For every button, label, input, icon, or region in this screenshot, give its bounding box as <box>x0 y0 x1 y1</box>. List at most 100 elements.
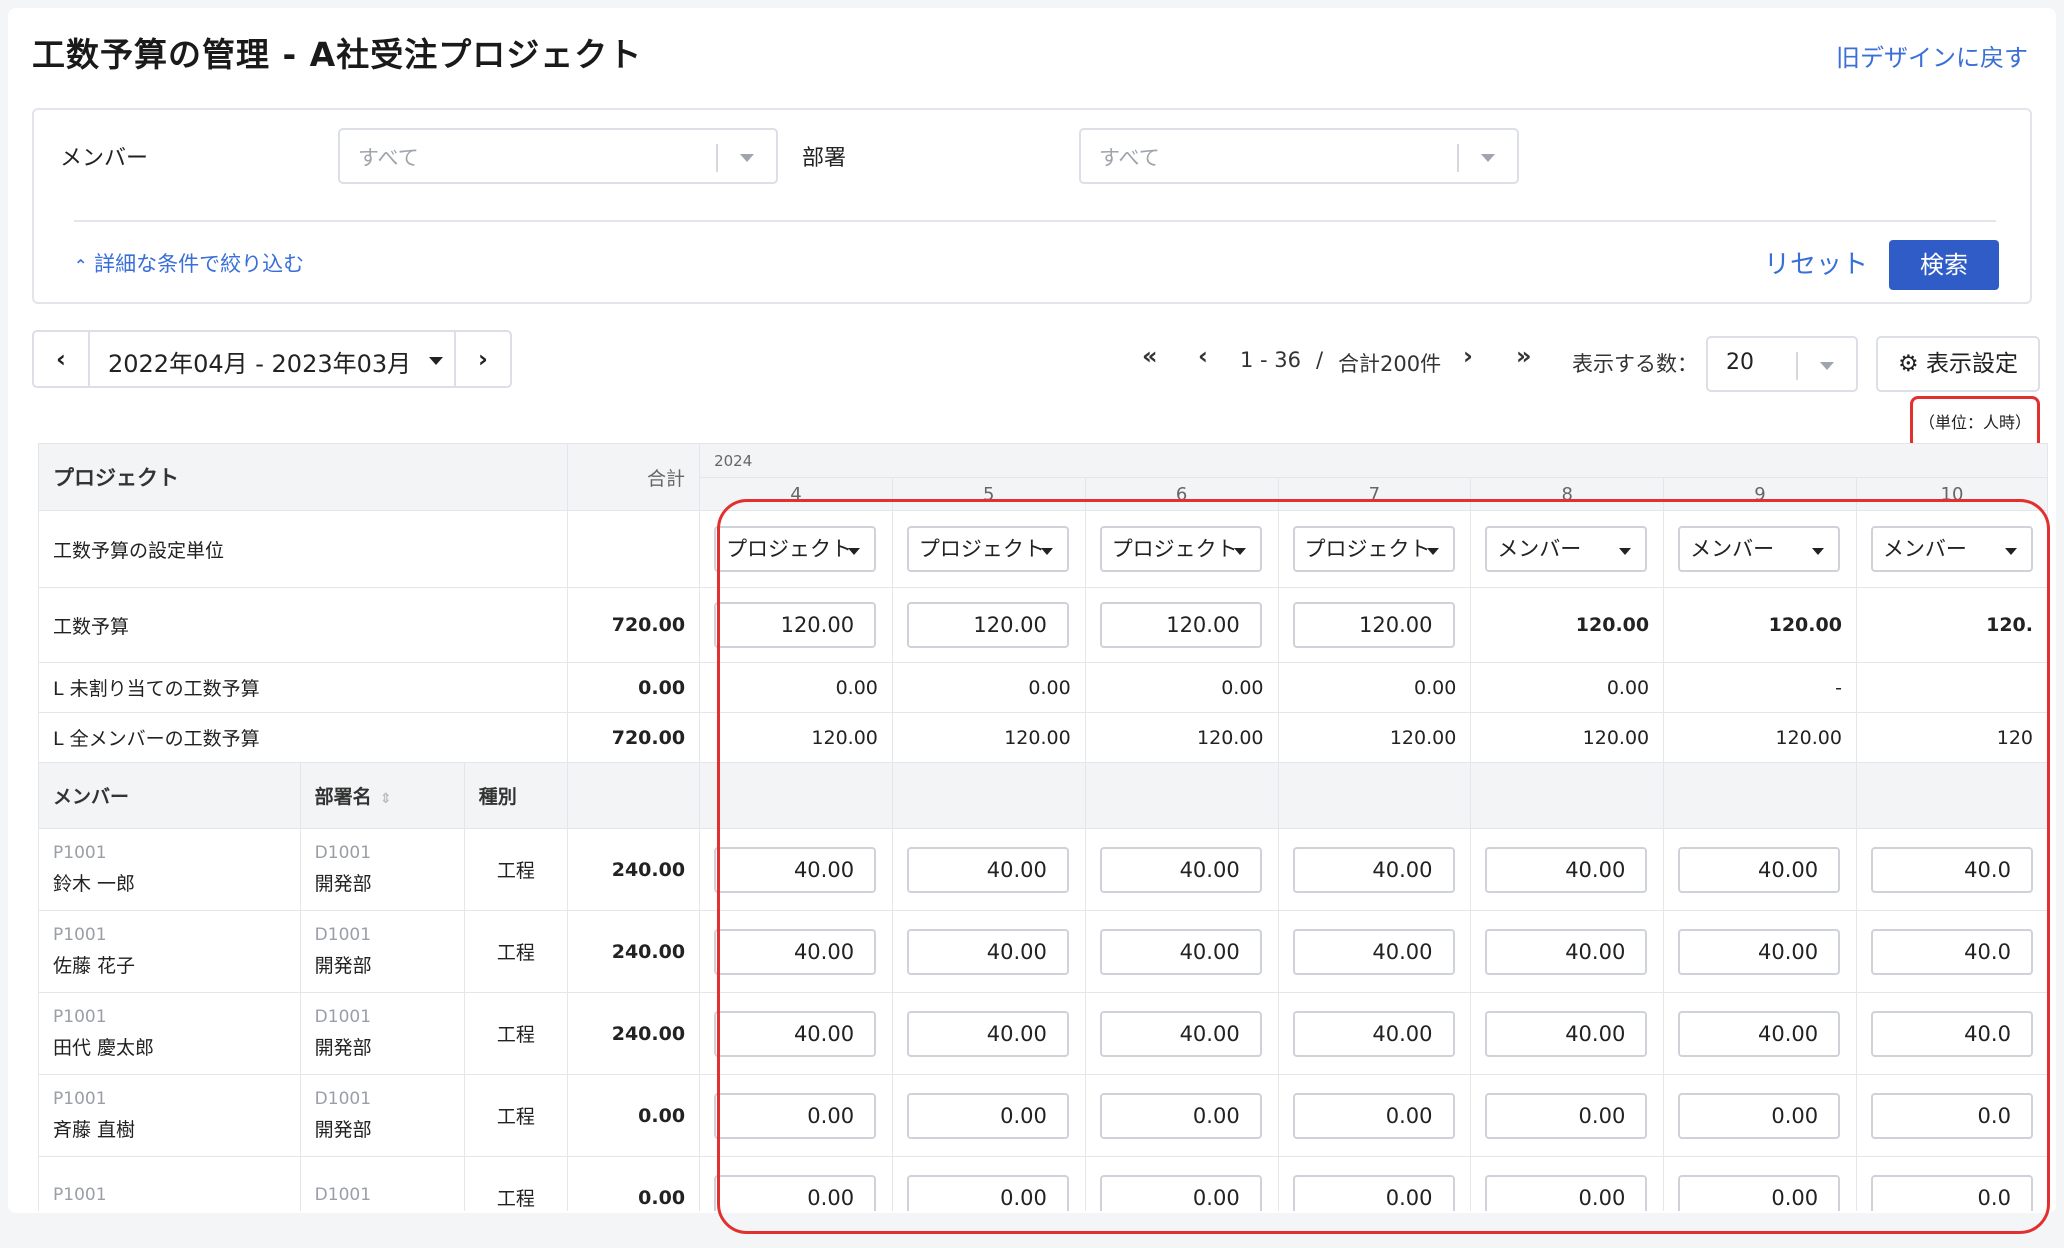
member-budget-input[interactable]: 40.00 <box>1485 846 1648 893</box>
member-budget-input[interactable]: 0.00 <box>1099 1174 1262 1211</box>
last-page-icon[interactable]: » <box>1516 342 1532 370</box>
caret-down-icon[interactable] <box>429 357 443 365</box>
member-budget-input[interactable]: 40.0 <box>1870 1010 2033 1057</box>
row-total: 0.00 <box>567 662 701 713</box>
reset-button[interactable]: リセット <box>1764 244 1868 281</box>
month-cell: 120.00 <box>699 712 893 763</box>
member-budget-input[interactable]: 40.00 <box>906 1010 1069 1057</box>
member-budget-input[interactable]: 0.00 <box>1292 1092 1455 1139</box>
member-row: P1001 田代 慶太郎 D1001 開発部 工程 240.00 40.00 40.00 40.… <box>38 992 2048 1075</box>
member-budget-input[interactable]: 0.00 <box>906 1174 1069 1211</box>
member-budget-input[interactable]: 0.0 <box>1870 1092 2033 1139</box>
member-budget-input[interactable]: 0.00 <box>1678 1174 1841 1211</box>
month-cell: 120. <box>1855 587 2048 663</box>
member-budget-input[interactable]: 0.00 <box>1485 1092 1648 1139</box>
month-cell: 0.00 <box>1277 1156 1472 1211</box>
unit-select[interactable]: プロジェクト <box>906 526 1069 572</box>
unit-select-value: メンバー <box>1882 537 1967 561</box>
unit-select[interactable]: プロジェクト <box>1099 526 1262 572</box>
budget-input[interactable]: 120.00 <box>1099 602 1262 648</box>
month-cell: 0.00 <box>1084 662 1279 713</box>
member-budget-input[interactable]: 40.00 <box>714 1010 877 1057</box>
member-budget-input[interactable]: 40.00 <box>714 928 877 975</box>
unit-select[interactable]: メンバー <box>1678 526 1841 572</box>
member-budget-input[interactable]: 0.00 <box>906 1092 1069 1139</box>
dept-code: D1001 <box>314 843 372 863</box>
dept-select-placeholder: すべて <box>1099 146 1160 170</box>
month-cell: 40.00 <box>891 828 1086 911</box>
budget-input[interactable]: 120.00 <box>714 602 877 648</box>
member-budget-input[interactable]: 40.00 <box>1292 846 1455 893</box>
member-budget-input[interactable]: 0.00 <box>1099 1092 1262 1139</box>
unit-select[interactable]: メンバー <box>1485 526 1648 572</box>
unit-select-value: プロジェクト <box>1304 537 1431 561</box>
member-budget-input[interactable]: 40.00 <box>1678 846 1841 893</box>
unit-select[interactable]: メンバー <box>1870 526 2033 572</box>
first-page-icon[interactable]: « <box>1142 342 1158 370</box>
prev-page-icon[interactable]: ‹ <box>1198 342 1208 370</box>
member-budget-input[interactable]: 0.00 <box>1292 1174 1455 1211</box>
month-cell: 40.0 <box>1855 828 2048 911</box>
unit-select[interactable]: プロジェクト <box>714 526 877 572</box>
period-label[interactable]: 2022年04月 - 2023年03月 <box>108 344 411 379</box>
member-budget-input[interactable]: 40.00 <box>1099 928 1262 975</box>
member-budget-input[interactable]: 0.00 <box>1678 1092 1841 1139</box>
month-cell: 40.00 <box>1470 910 1665 993</box>
member-budget-input[interactable]: 40.00 <box>1485 928 1648 975</box>
member-budget-input[interactable]: 40.00 <box>1099 846 1262 893</box>
next-page-icon[interactable]: › <box>1463 342 1473 370</box>
sort-icon[interactable]: ⇕ <box>380 791 392 807</box>
member-budget-input[interactable]: 40.00 <box>1292 1010 1455 1057</box>
caret-down-icon <box>1426 548 1439 555</box>
col-type-header: 種別 <box>463 762 569 829</box>
member-budget-input[interactable]: 40.00 <box>1678 928 1841 975</box>
member-budget-input[interactable]: 40.00 <box>1292 928 1455 975</box>
member-budget-input[interactable]: 40.0 <box>1870 928 2033 975</box>
dept-code: D1001 <box>314 925 372 945</box>
header-blank <box>567 762 701 829</box>
detail-filter-label: 詳細な条件で絞り込む <box>94 252 305 276</box>
member-budget-input[interactable]: 40.0 <box>1870 846 2033 893</box>
per-page-select[interactable]: 20 <box>1706 336 1858 392</box>
display-settings-button[interactable]: ⚙ 表示設定 <box>1876 336 2040 392</box>
member-budget-input[interactable]: 40.00 <box>1678 1010 1841 1057</box>
member-budget-input[interactable]: 0.00 <box>1485 1174 1648 1211</box>
month-cell: 40.00 <box>1084 910 1279 993</box>
col-dept-header[interactable]: 部署名 ⇕ <box>299 762 465 829</box>
gear-icon: ⚙ <box>1898 351 1919 377</box>
filter-panel: メンバー すべて 部署 すべて ⌃ 詳細な条件で絞り込む リセット 検索 <box>32 108 2032 304</box>
old-design-link[interactable]: 旧デザインに戻す <box>1836 38 2028 73</box>
header-blank <box>891 762 1086 829</box>
unit-select[interactable]: プロジェクト <box>1292 526 1455 572</box>
member-budget-input[interactable]: 0.00 <box>714 1092 877 1139</box>
month-cell: 0.00 <box>699 1156 893 1211</box>
search-button[interactable]: 検索 <box>1889 240 1999 290</box>
dept-name: 開発部 <box>314 873 372 895</box>
month-cell: メンバー <box>1663 510 1857 588</box>
member-select[interactable]: すべて <box>338 128 778 184</box>
summary-row: L 全メンバーの工数予算 720.00 120.00 120.00 120.00 120.… <box>38 712 2048 763</box>
dept-select[interactable]: すべて <box>1079 128 1519 184</box>
prev-period-button[interactable]: ‹ <box>34 332 90 386</box>
caret-down-icon <box>1233 548 1246 555</box>
summary-row: L 未割り当ての工数予算 0.00 0.00 0.00 0.00 0.00 0.00- <box>38 662 2048 713</box>
member-budget-input[interactable]: 40.00 <box>1485 1010 1648 1057</box>
member-name: 田代 慶太郎 <box>53 1037 155 1059</box>
header-blank <box>1084 762 1279 829</box>
row-label: L 未割り当ての工数予算 <box>38 662 569 713</box>
member-code: P1001 <box>53 925 107 945</box>
month-cell: 40.00 <box>699 828 893 911</box>
next-period-button[interactable]: › <box>454 332 510 386</box>
month-cell: 40.00 <box>1663 992 1857 1075</box>
member-budget-input[interactable]: 40.00 <box>1099 1010 1262 1057</box>
member-budget-input[interactable]: 0.00 <box>714 1174 877 1211</box>
member-budget-input[interactable]: 40.00 <box>906 846 1069 893</box>
detail-filter-toggle[interactable]: ⌃ 詳細な条件で絞り込む <box>74 248 304 278</box>
member-budget-input[interactable]: 40.00 <box>714 846 877 893</box>
member-budget-input[interactable]: 40.00 <box>906 928 1069 975</box>
member-budget-input[interactable]: 0.0 <box>1870 1174 2033 1211</box>
budget-input[interactable]: 120.00 <box>1292 602 1455 648</box>
budget-input[interactable]: 120.00 <box>906 602 1069 648</box>
caret-down-icon <box>1812 548 1825 555</box>
month-cell <box>1855 662 2048 713</box>
